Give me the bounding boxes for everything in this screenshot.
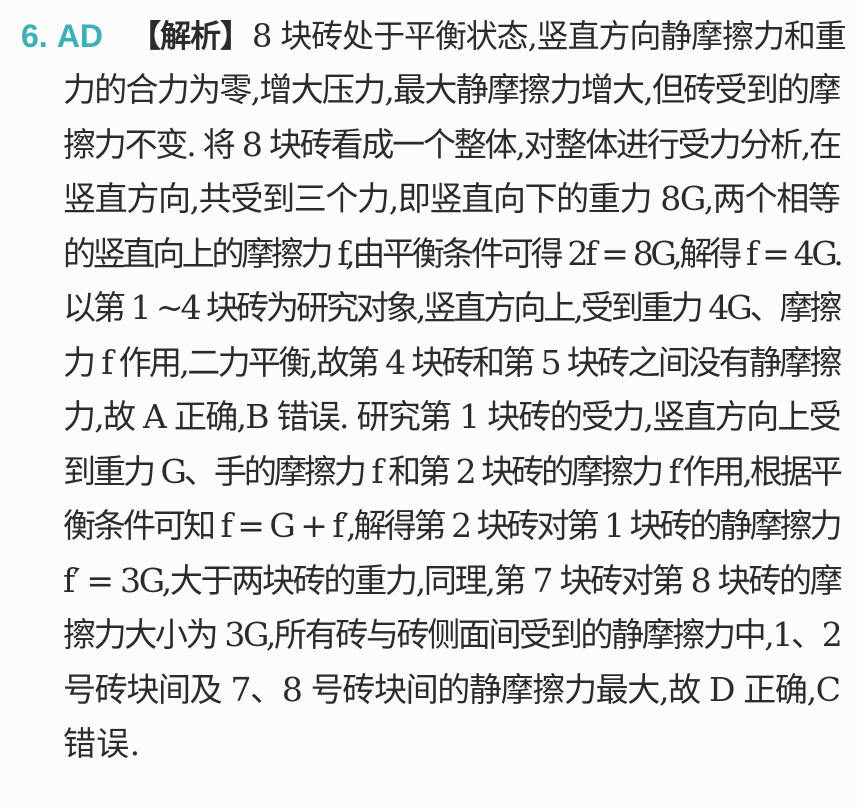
solution-line-14: 错误. [63,724,141,763]
solution-line-2: 力的合力为零,增大压力,最大静摩擦力增大,但砖受到的摩 [63,70,841,109]
question-number: 6. [21,18,48,54]
solution-text: 8 块砖处于平衡状态,竖直方向静摩擦力和重 [252,17,847,55]
answer-choice: AD [56,18,104,54]
analysis-label: 【解析】 [130,19,251,55]
solution-line-4: 竖直方向,共受到三个力,即竖直向下的重力 8G,两个相等 [63,179,841,218]
solution-line-11: f′ = 3G,大于两块砖的重力,同理,第 7 块砖对第 8 块砖的摩 [63,561,843,600]
solution-line-13: 号砖块间及 7、8 号砖块间的静摩擦力最大,故 D 正确,C [63,670,841,709]
solution-line-5: 的竖直向上的摩擦力 f,由平衡条件可得 2f = 8G,解得 f = 4G. [63,234,844,273]
solution-line-10: 衡条件可知 f = G + f′,解得第 2 块砖对第 1 块砖的静摩擦力 [63,506,843,545]
solution-page: 6. AD 【解析】8 块砖处于平衡状态,竖直方向静摩擦力和重 力的合力为零,增… [0,0,857,807]
solution-line-3: 擦力不变. 将 8 块砖看成一个整体,对整体进行受力分析,在 [63,125,842,164]
solution-line-1: 6. AD 【解析】8 块砖处于平衡状态,竖直方向静摩擦力和重 [21,14,847,59]
solution-line-9: 到重力 G、手的摩擦力 f 和第 2 块砖的摩擦力 f′作用,根据平 [63,452,843,491]
solution-line-6: 以第 1 ~4 块砖为研究对象,竖直方向上,受到重力 4G、摩擦 [63,288,843,327]
solution-line-8: 力,故 A 正确,B 错误. 研究第 1 块砖的受力,竖直方向上受 [63,397,842,436]
solution-line-7: 力 f 作用,二力平衡,故第 4 块砖和第 5 块砖之间没有静摩擦 [63,343,843,382]
solution-line-12: 擦力大小为 3G,所有砖与砖侧面间受到的静摩擦力中,1、2 [63,615,843,654]
